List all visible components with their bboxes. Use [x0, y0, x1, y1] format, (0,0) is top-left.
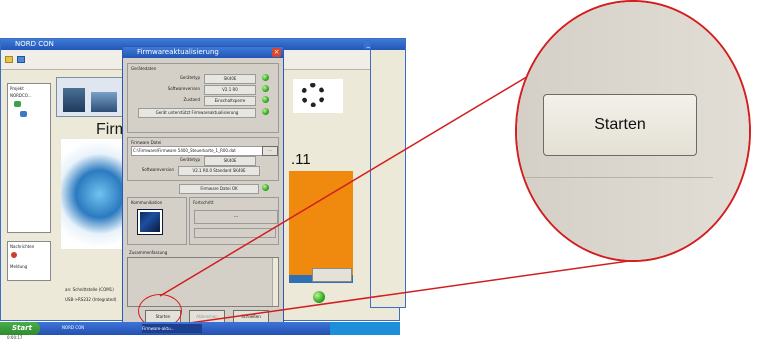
start-menu-button[interactable]: Start	[0, 322, 40, 335]
zoomed-field-border	[517, 177, 713, 178]
taskbar-item[interactable]: NORD CON	[62, 325, 110, 331]
taskbar-item-active[interactable]: Firmware-aktu...	[142, 324, 202, 333]
system-tray	[330, 322, 400, 335]
callout-line-upper	[159, 59, 556, 297]
status-bar-text: 0:00:17	[7, 335, 23, 340]
zoomed-start-button[interactable]: Starten	[543, 94, 697, 156]
zoom-callout-circle: Starten	[515, 0, 751, 262]
start-label: Start	[12, 324, 32, 332]
taskbar: Start NORD CON Firmware-aktu...	[0, 322, 400, 335]
callout-line-lower	[167, 257, 651, 327]
